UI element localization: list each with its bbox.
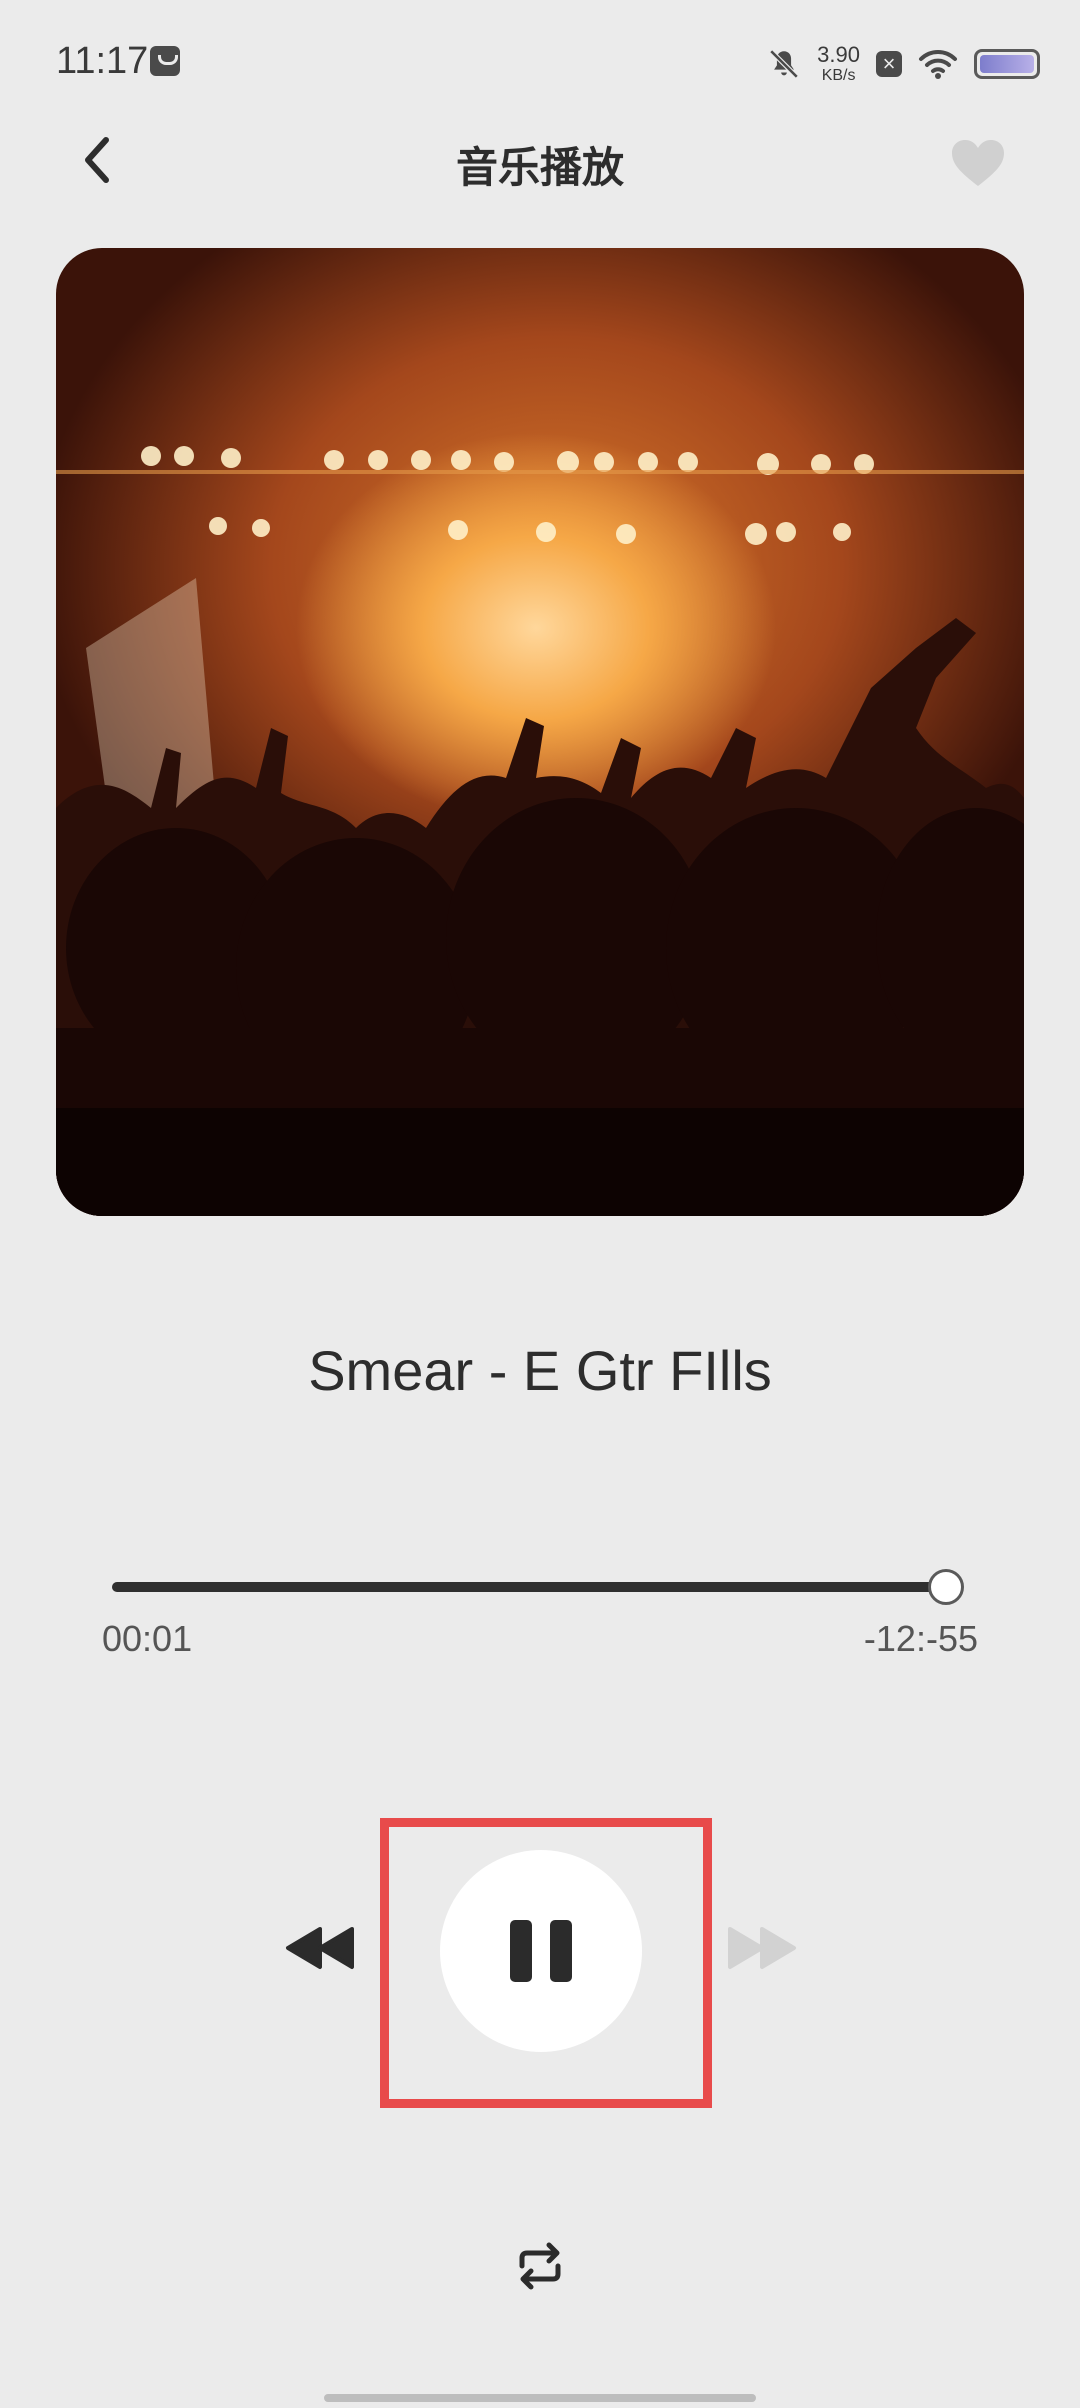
network-speed: 3.90 KB/s	[817, 44, 860, 84]
page-title: 音乐播放	[455, 144, 624, 191]
remaining-time: -12:-55	[863, 1618, 978, 1659]
heart-icon	[952, 140, 1004, 186]
pause-icon	[510, 1920, 572, 1982]
track-title: Smear - E Gtr FIlls	[308, 1339, 772, 1402]
progress-thumb[interactable]	[927, 1569, 964, 1605]
network-speed-unit: KB/s	[821, 67, 856, 84]
repeat-icon	[519, 2242, 561, 2290]
network-speed-value: 3.90	[817, 42, 860, 67]
elapsed-time: 00:01	[102, 1618, 193, 1659]
next-button[interactable]	[724, 1925, 798, 1971]
music-player-screen: 11:17 3.90 KB/s × 音乐播放 Smear - E Gtr FIl…	[0, 0, 1080, 2408]
concert-crowd-illustration	[56, 446, 1024, 1216]
album-cover-image	[56, 248, 1024, 1216]
battery-icon	[974, 49, 1040, 79]
favorite-button[interactable]	[950, 138, 1006, 188]
home-indicator[interactable]	[324, 2394, 756, 2402]
rewind-icon	[286, 1927, 354, 1969]
repeat-button[interactable]	[514, 2240, 566, 2292]
status-time: 11:17	[56, 40, 149, 82]
wifi-icon	[919, 49, 957, 79]
status-icons: 3.90 KB/s ×	[767, 36, 1040, 92]
progress-fill	[112, 1582, 946, 1592]
fast-forward-icon	[728, 1927, 796, 1969]
close-square-icon: ×	[876, 51, 902, 77]
progress-bar[interactable]	[112, 1569, 964, 1605]
notification-app-icon	[150, 46, 180, 76]
play-pause-button[interactable]	[440, 1850, 642, 2052]
mute-bell-icon	[769, 49, 799, 79]
previous-button[interactable]	[284, 1925, 358, 1971]
status-bar: 11:17 3.90 KB/s ×	[0, 0, 1080, 130]
